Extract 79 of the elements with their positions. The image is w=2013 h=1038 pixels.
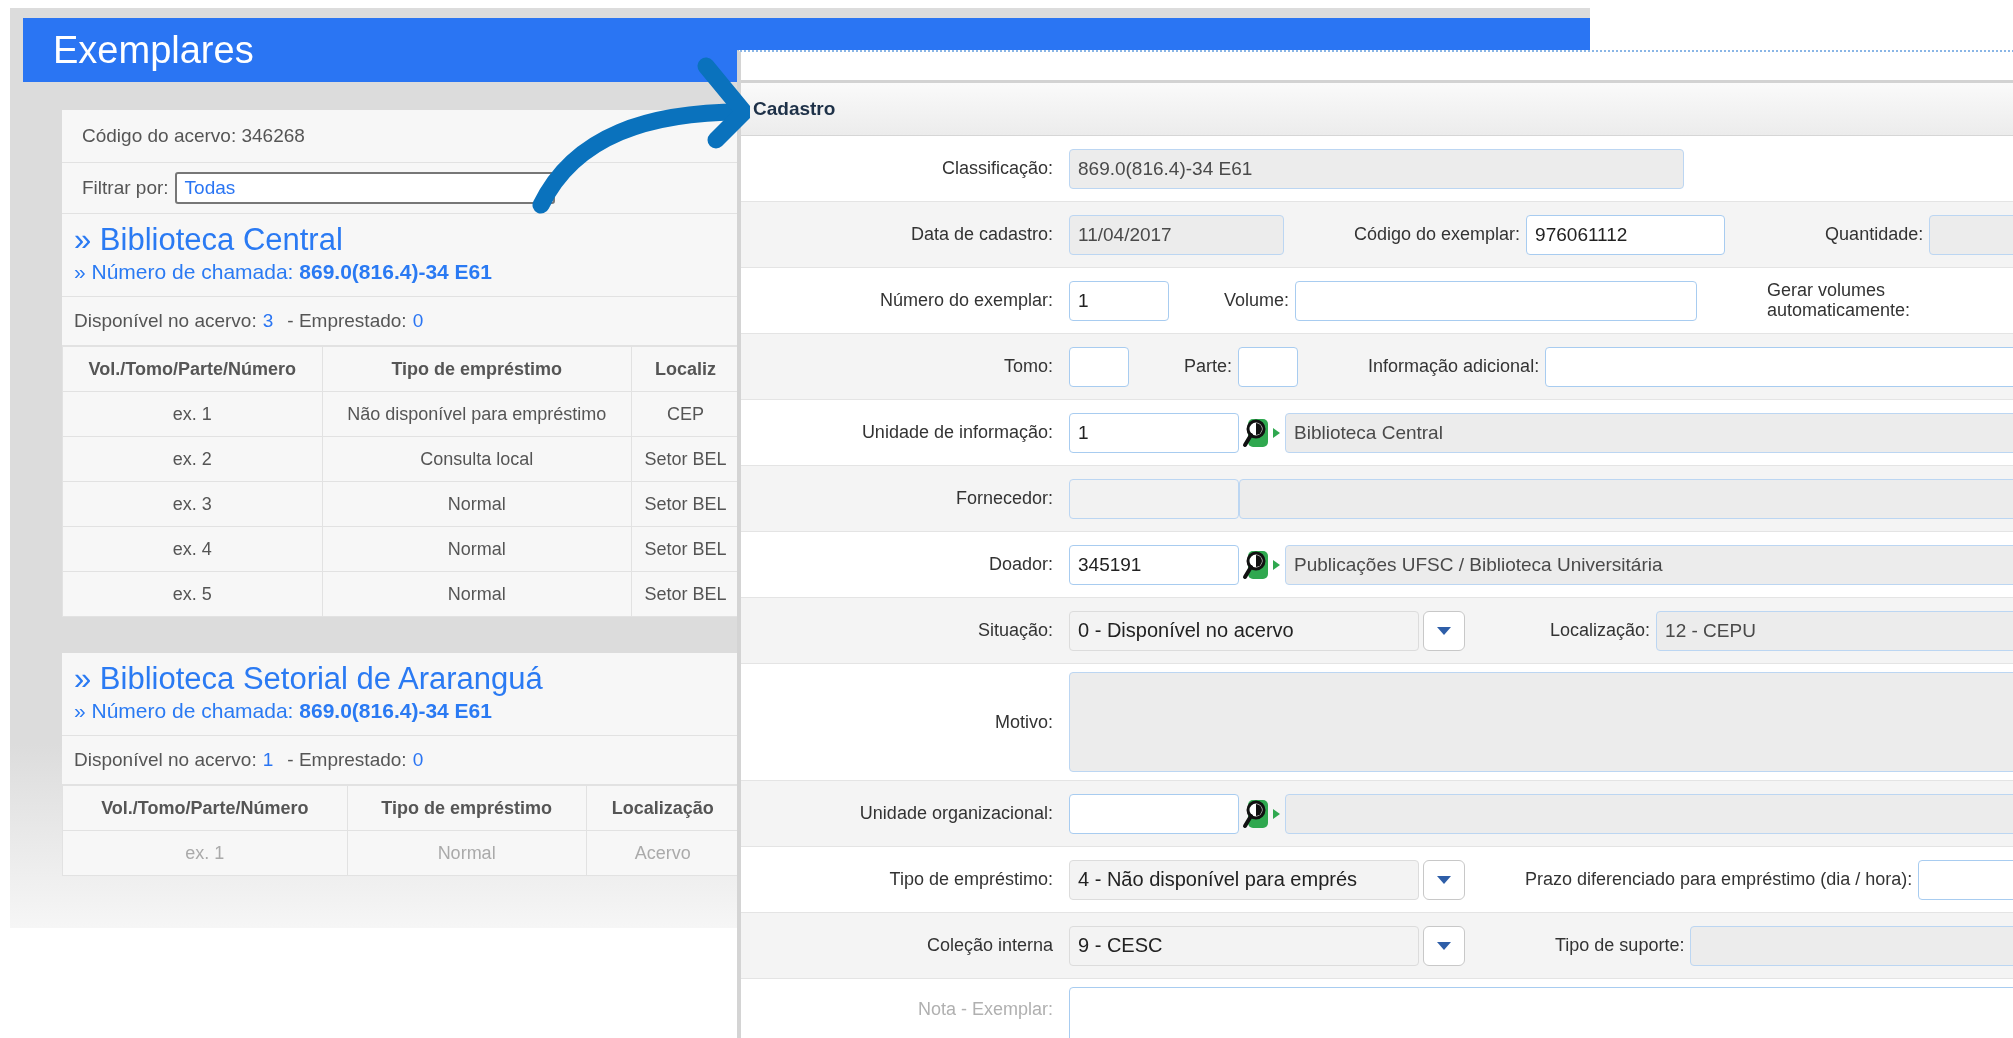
column-header: Tipo de empréstimo [322, 346, 632, 392]
table-cell: ex. 1 [62, 391, 323, 437]
field-label: Volume: [1224, 290, 1290, 311]
table-cell: Normal [322, 571, 632, 617]
field-label: Unidade de informação: [860, 422, 1053, 443]
column-header: Vol./Tomo/Parte/Número [62, 346, 323, 392]
caret-icon [1436, 625, 1452, 636]
select-field[interactable]: 4 - Não disponível para emprés [1069, 859, 1419, 900]
field-label: Tomo: [1002, 356, 1053, 377]
input-field[interactable]: 1 [1069, 280, 1169, 321]
caret-icon [1436, 874, 1452, 885]
readonly-field: 12 - CEPU [1656, 610, 2013, 651]
section-title: Cadastro [753, 98, 836, 120]
loaned-label: - Emprestado: [287, 310, 407, 332]
dropdown-button[interactable] [1423, 925, 1465, 966]
name-field: Biblioteca Central [1285, 412, 2013, 453]
caret-icon [1436, 940, 1452, 951]
table-cell: ex. 1 [62, 830, 348, 876]
available-label: Disponível no acervo: [74, 310, 257, 332]
readonly-field: 869.0(816.4)-34 E61 [1069, 148, 1684, 189]
select-field[interactable]: 9 - CESC [1069, 925, 1419, 966]
input-field[interactable] [1295, 280, 1698, 321]
table-cell: ex. 4 [62, 526, 323, 572]
code-field[interactable]: 1 [1069, 412, 1239, 453]
field-label: Tipo de suporte: [1555, 935, 1685, 956]
table-cell: Normal [322, 481, 632, 527]
field-label: Motivo: [993, 711, 1053, 733]
code-field[interactable]: 345191 [1069, 544, 1239, 585]
table-cell: Consulta local [322, 436, 632, 482]
input-field[interactable] [1238, 346, 1299, 387]
table-cell: ex. 5 [62, 571, 323, 617]
library-name[interactable]: » Biblioteca Central [74, 222, 728, 258]
filter-label: Filtrar por: [82, 177, 169, 199]
field-label: Parte: [1184, 356, 1233, 377]
column-header: Vol./Tomo/Parte/Número [62, 785, 348, 831]
field-label: Quantidade: [1825, 224, 1924, 245]
field-label: Código do exemplar: [1354, 224, 1521, 245]
field-label: Situação: [976, 620, 1053, 641]
readonly-field: 11/04/2017 [1069, 214, 1284, 255]
library-name[interactable]: » Biblioteca Setorial de Araranguá [74, 661, 728, 697]
loaned-count: 0 [412, 749, 424, 771]
call-number: » Número de chamada: 869.0(816.4)-34 E61 [74, 699, 493, 723]
input-field[interactable] [1545, 346, 2013, 387]
loaned-count: 0 [412, 310, 424, 332]
available-count: 3 [262, 310, 274, 332]
code-field[interactable] [1069, 478, 1239, 519]
field-label: Localização: [1550, 620, 1651, 641]
field-label: Gerar volumes automaticamente: [1767, 280, 1912, 321]
select-field[interactable]: 0 - Disponível no acervo [1069, 610, 1419, 651]
collection-code: Código do acervo: 346268 [82, 125, 305, 147]
field-label: Unidade organizacional: [858, 803, 1053, 824]
field-label: Doador: [987, 554, 1053, 575]
table-cell: Não disponível para empréstimo [322, 391, 632, 437]
table-cell: Normal [347, 830, 587, 876]
table-cell: ex. 3 [62, 481, 323, 527]
input-field[interactable]: 976061112 [1526, 214, 1726, 255]
input-field[interactable] [1069, 346, 1129, 387]
field-label: Classificação: [940, 158, 1053, 179]
table-cell: ex. 2 [62, 436, 323, 482]
name-field: Publicações UFSC / Biblioteca Universitária [1285, 544, 2013, 585]
column-header: Tipo de empréstimo [347, 785, 587, 831]
available-count: 1 [262, 749, 274, 771]
table-cell: Normal [322, 526, 632, 572]
available-label: Disponível no acervo: [74, 749, 257, 771]
call-number: » Número de chamada: 869.0(816.4)-34 E61 [74, 260, 493, 284]
field-label: Coleção interna [925, 935, 1053, 956]
field-label: Tipo de empréstimo: [888, 869, 1053, 890]
field-label: Número do exemplar: [878, 290, 1053, 311]
field-label: Nota - Exemplar: [916, 999, 1053, 1020]
dropdown-button[interactable] [1423, 859, 1465, 900]
filter-select[interactable]: Todas [174, 172, 555, 204]
field-label: Informação adicional: [1368, 356, 1540, 377]
code-field[interactable] [1069, 793, 1239, 834]
loaned-label: - Emprestado: [287, 749, 407, 771]
dropdown-button[interactable] [1423, 610, 1465, 651]
window-title: Exemplares [53, 28, 254, 72]
field-label: Data de cadastro: [909, 224, 1053, 245]
field-label: Fornecedor: [954, 488, 1053, 509]
field-label: Prazo diferenciado para empréstimo (dia / hora): [1525, 869, 1913, 890]
